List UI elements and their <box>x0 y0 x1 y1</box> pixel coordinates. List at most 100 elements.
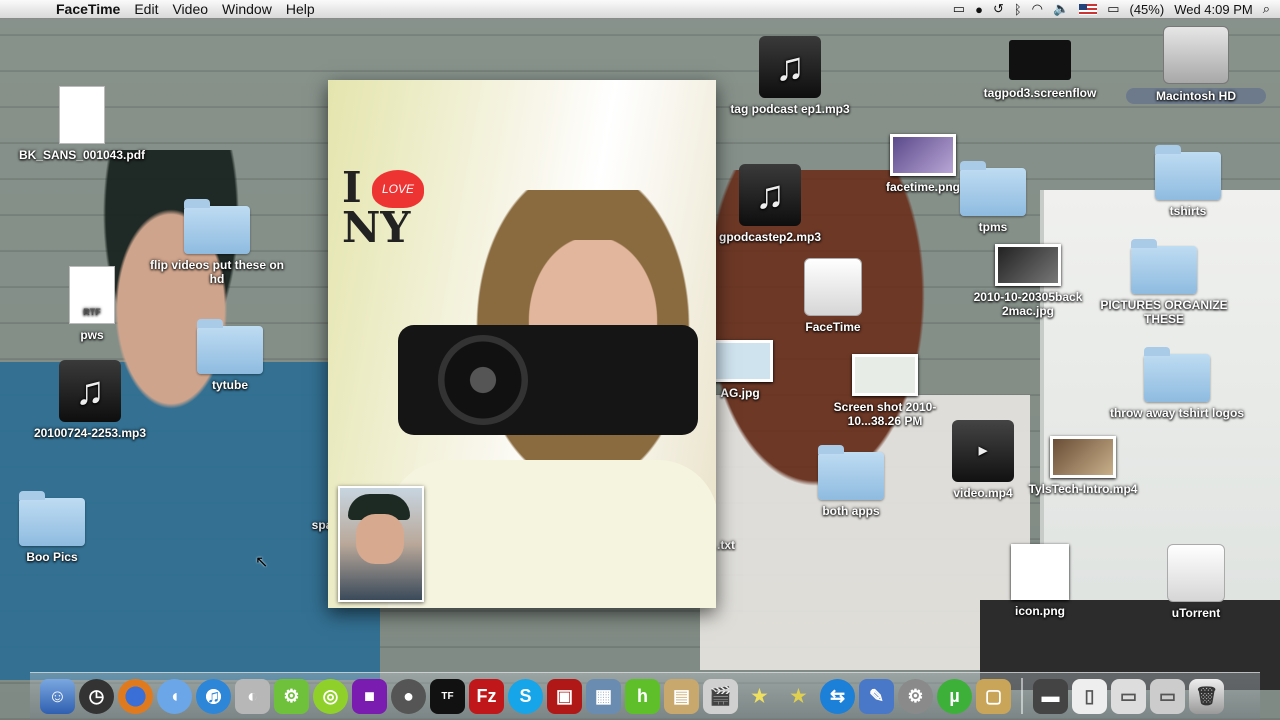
volume-icon[interactable]: 🔈 <box>1053 1 1069 17</box>
webcam-icon[interactable]: ● <box>391 678 426 714</box>
battery-icon[interactable]: ▭ <box>1107 1 1119 17</box>
menu-video[interactable]: Video <box>172 1 208 17</box>
folder-stack-icon[interactable]: ▬ <box>1033 678 1068 714</box>
music-file-icon: ♫ <box>739 164 801 226</box>
toll-free-icon[interactable]: TF <box>430 678 465 714</box>
screenshot-icon[interactable]: ▤ <box>664 678 699 714</box>
skype-icon[interactable]: S <box>508 678 543 714</box>
ichat-icon[interactable]: ◖ <box>157 678 192 714</box>
remote-person-shirt <box>388 460 716 608</box>
music-file-icon: ♫ <box>59 360 121 422</box>
desktop-icon-pws[interactable]: RTF pws <box>22 266 162 342</box>
folder-icon <box>184 199 250 254</box>
window-stack-icon[interactable]: ▭ <box>1111 678 1146 714</box>
dock: ☺ ◷ ◖ ♫ ◐ ⚙ ◎ ■ ● TF Fz S ▣ ▦ h ▤ 🎬 ★ ★ … <box>30 672 1260 719</box>
image-file-icon <box>1011 544 1069 600</box>
status-area: ▭ ● ↺ ᛒ ◠ 🔈 ▭ (45%) Wed 4:09 PM ⌕ <box>953 0 1270 18</box>
settings-icon[interactable]: ⚙ <box>898 678 933 714</box>
desktop-icon-mp3-20100724[interactable]: ♫ 20100724-2253.mp3 <box>20 360 160 440</box>
facetime-video-window[interactable]: I NY LOVE <box>328 80 716 608</box>
desktop-icon-tag-podcast-ep1[interactable]: ♫ tag podcast ep1.mp3 <box>720 36 860 116</box>
love-heart-icon: LOVE <box>372 170 424 208</box>
video-file-icon: ▶ <box>952 420 1014 482</box>
facetime-status-icon[interactable]: ▭ <box>953 1 965 17</box>
photo-app-icon[interactable]: ▣ <box>547 678 582 714</box>
tangled-icon[interactable]: ⚙ <box>274 678 309 714</box>
document-stack-icon[interactable]: ▯ <box>1072 678 1107 714</box>
input-source-flag-icon[interactable] <box>1079 3 1098 15</box>
folder-icon <box>818 445 884 500</box>
camcorder-lens <box>438 335 528 425</box>
utorrent-icon[interactable]: µ <box>937 678 972 714</box>
menu-bar: FaceTime Edit Video Window Help ▭ ● ↺ ᛒ … <box>0 0 1280 19</box>
battery-percent: (45%) <box>1129 1 1165 17</box>
window2-stack-icon[interactable]: ▭ <box>1150 678 1185 714</box>
menu-edit[interactable]: Edit <box>134 1 158 17</box>
desktop-icon-macintosh-hd[interactable]: Macintosh HD <box>1126 26 1266 104</box>
desktop-icon-podcast-ep2[interactable]: ♫ gpodcastep2.mp3 <box>700 164 840 244</box>
screenflow-file-icon <box>1009 40 1071 80</box>
finder-icon[interactable]: ☺ <box>40 678 75 714</box>
disk-image-icon <box>1167 544 1225 602</box>
trash-icon[interactable]: 🗑 <box>1189 678 1224 714</box>
hard-drive-icon <box>1163 26 1229 84</box>
music-file-icon: ♫ <box>759 36 821 98</box>
menu-window[interactable]: Window <box>222 1 272 17</box>
star-icon[interactable]: ★ <box>742 679 777 714</box>
image-file-icon <box>995 244 1061 286</box>
teamviewer-icon[interactable]: ⇆ <box>820 678 855 714</box>
desktop-icon-screen-shot[interactable]: Screen shot 2010-10...38.26 PM <box>815 354 955 428</box>
menu-app-name[interactable]: FaceTime <box>56 1 120 17</box>
wifi-icon[interactable]: ◠ <box>1032 1 1043 17</box>
desktop-icon-2mac-jpg[interactable]: 2010-10-20305back 2mac.jpg <box>958 244 1098 318</box>
desktop-icon-boo-pics[interactable]: Boo Pics <box>0 491 122 564</box>
hulu-icon[interactable]: h <box>625 678 660 714</box>
self-view-preview[interactable] <box>338 486 424 602</box>
menu-help[interactable]: Help <box>286 1 315 17</box>
video-file-icon <box>1050 436 1116 478</box>
folder-icon <box>1144 347 1210 402</box>
desktop-icon-throw-away-logos[interactable]: throw away tshirt logos <box>1107 347 1247 420</box>
bluetooth-icon[interactable]: ᛒ <box>1014 2 1022 17</box>
desktop-icon-tpms[interactable]: tpms <box>923 161 1063 234</box>
filezilla-icon[interactable]: Fz <box>469 678 504 714</box>
desktop-icon-pdf[interactable]: BK_SANS_001043.pdf <box>12 86 152 162</box>
desktop-icon-facetime-app[interactable]: FaceTime <box>763 258 903 334</box>
firefox-icon[interactable] <box>118 678 153 714</box>
desktop-icon-pictures-organize[interactable]: PICTURES ORGANIZE THESE <box>1094 239 1234 326</box>
app-status-icon[interactable]: ● <box>975 2 983 17</box>
rtf-file-icon: RTF <box>69 266 115 324</box>
image-file-icon <box>852 354 918 396</box>
desktop-icon-tytube[interactable]: tytube <box>160 319 300 392</box>
folder-icon <box>1155 145 1221 200</box>
stack-icon[interactable]: ▢ <box>976 678 1011 714</box>
dashboard-icon[interactable]: ◷ <box>79 678 114 714</box>
desktop-icon-tagpod3[interactable]: tagpod3.screenflow <box>970 40 1110 100</box>
folder-icon <box>960 161 1026 216</box>
spiral-icon[interactable]: ◎ <box>313 678 348 714</box>
desktop-icon-tshirts[interactable]: tshirts <box>1118 145 1258 218</box>
purple-app-icon[interactable]: ■ <box>352 678 387 714</box>
movie-icon[interactable]: 🎬 <box>703 678 738 714</box>
time-machine-icon[interactable]: ↺ <box>993 1 1004 17</box>
desktop-icon-both-apps[interactable]: both apps <box>781 445 921 518</box>
window-app-icon[interactable]: ▦ <box>586 678 621 714</box>
menu-clock[interactable]: Wed 4:09 PM <box>1174 2 1253 17</box>
self-view-face <box>356 514 404 564</box>
desktop-icon-utorrent[interactable]: uTorrent <box>1126 544 1266 620</box>
folder-icon <box>19 491 85 546</box>
desktop-icon-flip-videos[interactable]: flip videos put these on hd <box>147 199 287 286</box>
disk-image-icon <box>804 258 862 316</box>
spotlight-search-icon[interactable]: ⌕ <box>1263 1 1270 17</box>
star2-icon[interactable]: ★ <box>781 679 816 714</box>
mouse-cursor-icon: ↖ <box>255 554 269 571</box>
dock-separator <box>1021 678 1023 714</box>
desktop-icon-tylstech-intro[interactable]: TylsTech-Intro.mp4 <box>1013 436 1153 496</box>
utility-icon[interactable]: ✎ <box>859 678 894 714</box>
desktop-icon-icon-png[interactable]: icon.png <box>970 544 1110 618</box>
folder-icon <box>197 319 263 374</box>
image-file-icon <box>707 340 773 382</box>
itunes-icon[interactable]: ♫ <box>196 678 231 714</box>
pdf-file-icon <box>59 86 105 144</box>
preview-icon[interactable]: ◐ <box>235 678 270 714</box>
